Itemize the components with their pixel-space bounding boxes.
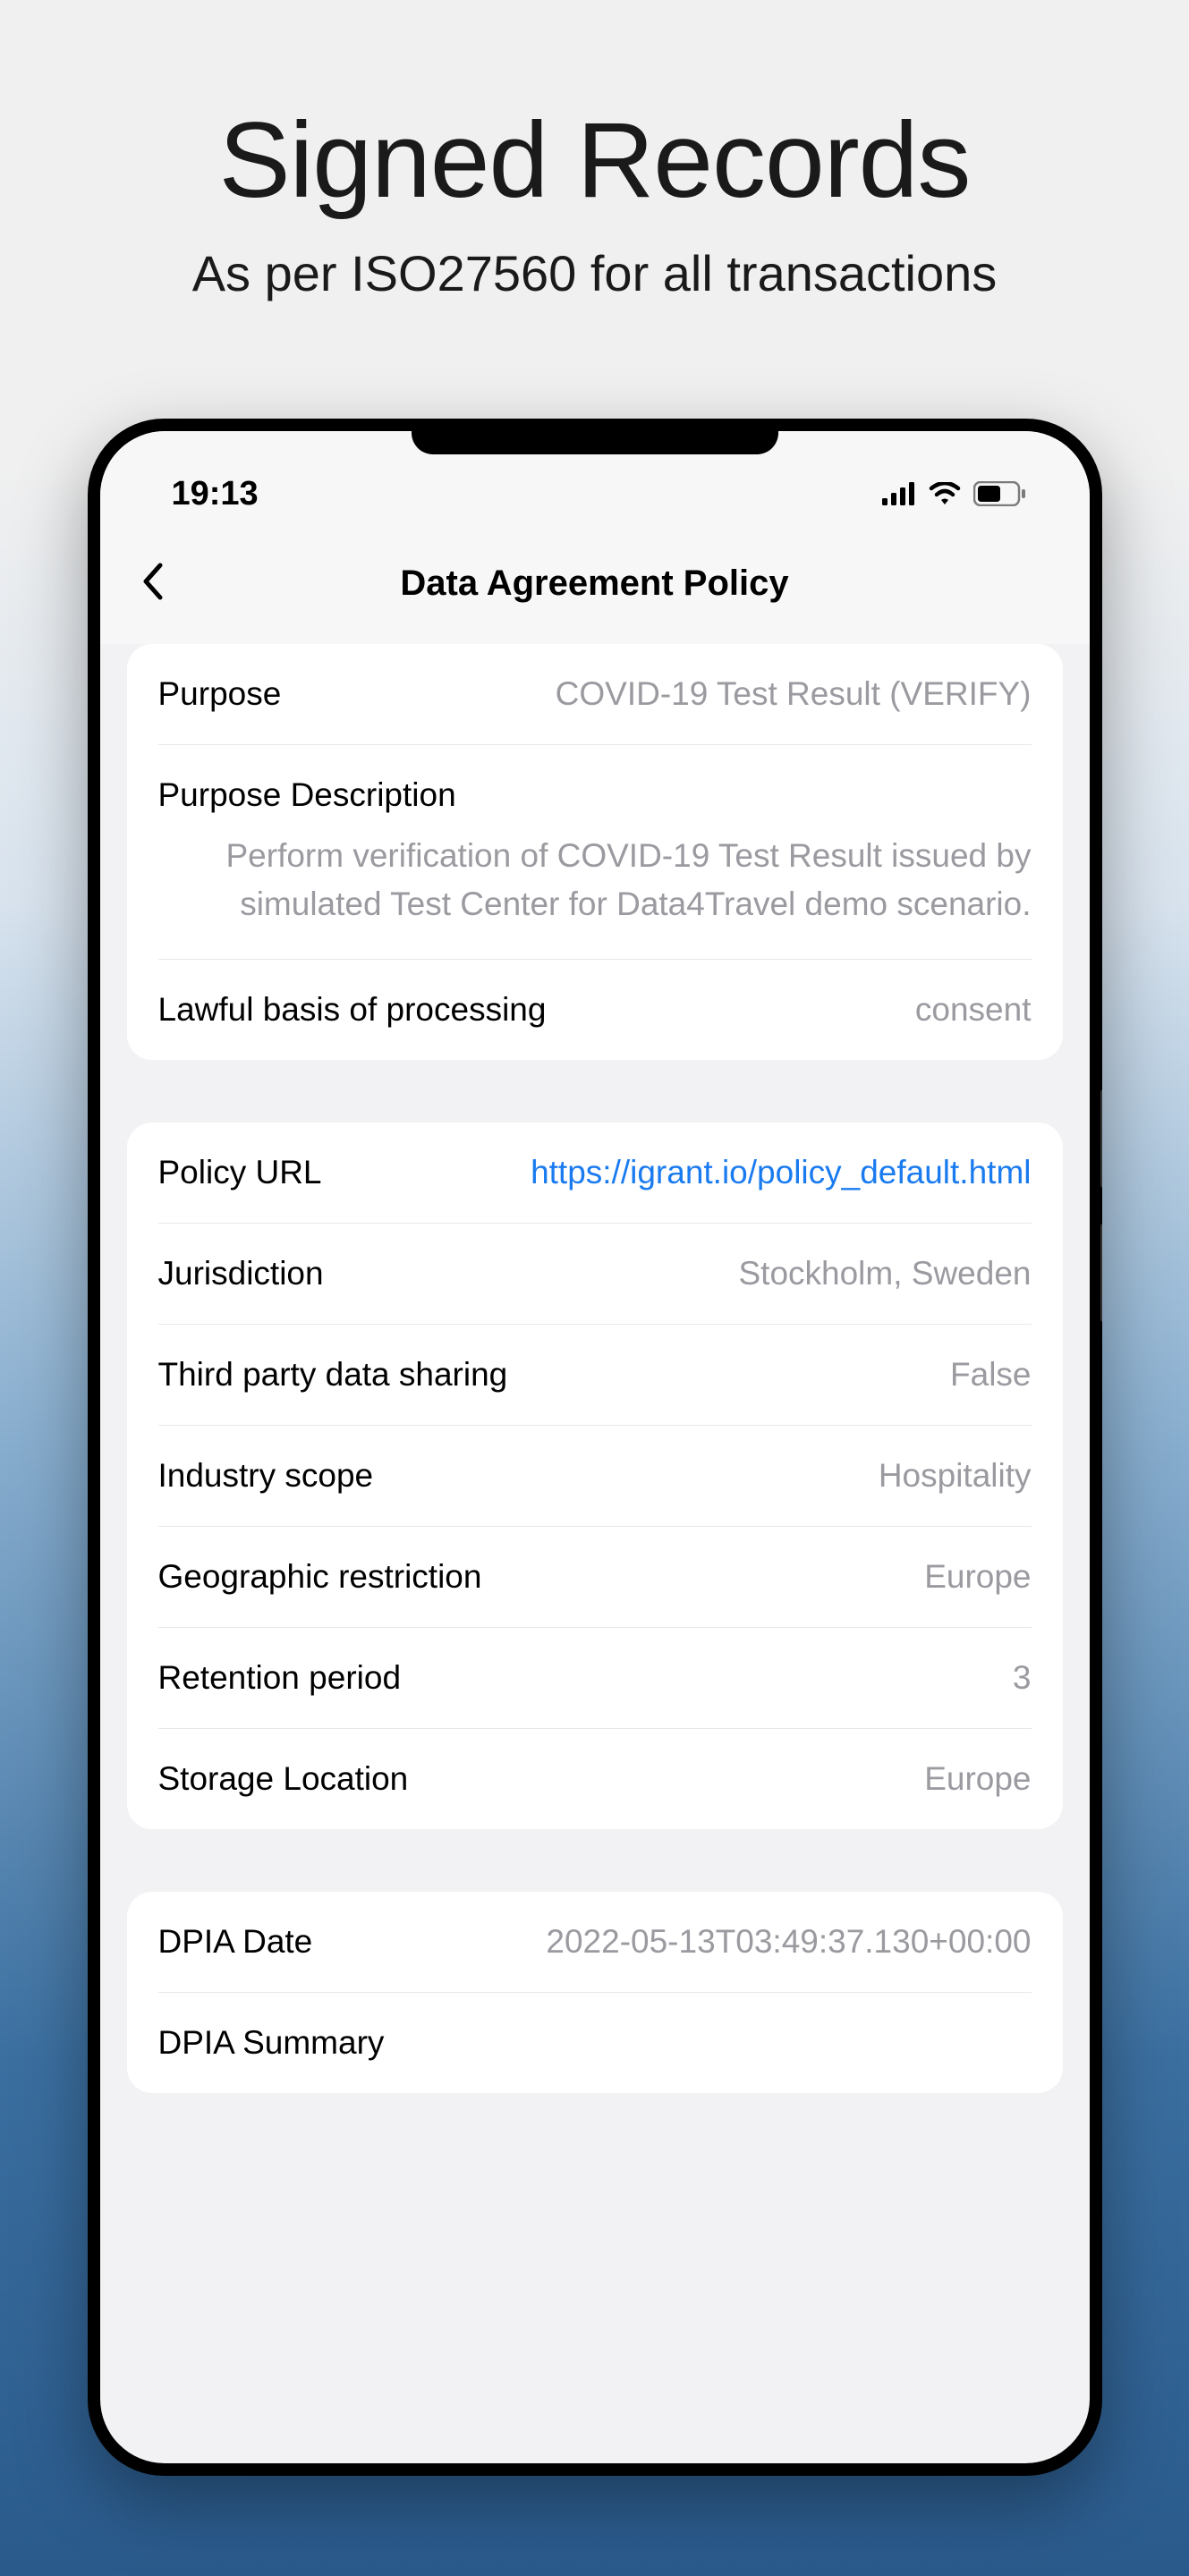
wifi-icon [929,482,961,505]
policy-url-label: Policy URL [158,1154,322,1191]
jurisdiction-row: Jurisdiction Stockholm, Sweden [158,1224,1032,1325]
promo-title: Signed Records [192,98,998,222]
industry-scope-label: Industry scope [158,1457,374,1495]
retention-period-label: Retention period [158,1659,402,1697]
retention-period-row: Retention period 3 [158,1628,1032,1729]
lawful-basis-value: consent [568,991,1031,1029]
purpose-description-row: Purpose Description Perform verification… [158,745,1032,960]
phone-frame: 19:13 Data Agreement Policy Purpose COVI… [88,419,1102,2476]
chevron-left-icon [140,562,166,601]
policy-card: Policy URL https://igrant.io/policy_defa… [127,1123,1063,1829]
dpia-date-label: DPIA Date [158,1923,313,1961]
policy-url-row: Policy URL https://igrant.io/policy_defa… [158,1123,1032,1224]
nav-bar: Data Agreement Policy [100,538,1090,644]
dpia-card: DPIA Date 2022-05-13T03:49:37.130+00:00 … [127,1892,1063,2093]
dpia-summary-label: DPIA Summary [158,2024,385,2062]
jurisdiction-value: Stockholm, Sweden [346,1255,1032,1292]
lawful-basis-label: Lawful basis of processing [158,991,547,1029]
phone-side-button [1100,1224,1102,1322]
nav-title: Data Agreement Policy [136,564,1054,604]
cellular-icon [882,482,916,505]
third-party-row: Third party data sharing False [158,1325,1032,1426]
dpia-date-row: DPIA Date 2022-05-13T03:49:37.130+00:00 [158,1892,1032,1993]
dpia-date-value: 2022-05-13T03:49:37.130+00:00 [335,1923,1031,1961]
industry-scope-value: Hospitality [395,1457,1031,1495]
lawful-basis-row: Lawful basis of processing consent [158,960,1032,1060]
geographic-restriction-row: Geographic restriction Europe [158,1527,1032,1628]
geographic-restriction-value: Europe [504,1558,1031,1596]
storage-location-label: Storage Location [158,1760,409,1798]
phone-notch [412,431,778,454]
phone-side-button [1100,1089,1102,1188]
geographic-restriction-label: Geographic restriction [158,1558,482,1596]
status-time: 19:13 [172,475,259,513]
third-party-label: Third party data sharing [158,1356,508,1394]
jurisdiction-label: Jurisdiction [158,1255,324,1292]
purpose-row: Purpose COVID-19 Test Result (VERIFY) [158,644,1032,745]
storage-location-value: Europe [430,1760,1031,1798]
purpose-description-label: Purpose Description [158,776,1032,814]
promo-header: Signed Records As per ISO27560 for all t… [192,0,998,302]
purpose-value: COVID-19 Test Result (VERIFY) [303,675,1031,713]
status-icons [882,481,1027,506]
content-area[interactable]: Purpose COVID-19 Test Result (VERIFY) Pu… [100,644,1090,2093]
storage-location-row: Storage Location Europe [158,1729,1032,1829]
purpose-description-value: Perform verification of COVID-19 Test Re… [158,832,1032,928]
third-party-value: False [530,1356,1031,1394]
promo-subtitle: As per ISO27560 for all transactions [192,244,998,302]
dpia-summary-row: DPIA Summary [158,1993,1032,2093]
retention-period-value: 3 [423,1659,1031,1697]
purpose-label: Purpose [158,675,282,713]
policy-url-link[interactable]: https://igrant.io/policy_default.html [344,1154,1032,1191]
purpose-card: Purpose COVID-19 Test Result (VERIFY) Pu… [127,644,1063,1060]
battery-icon [973,481,1027,506]
industry-scope-row: Industry scope Hospitality [158,1426,1032,1527]
back-button[interactable] [140,562,166,606]
